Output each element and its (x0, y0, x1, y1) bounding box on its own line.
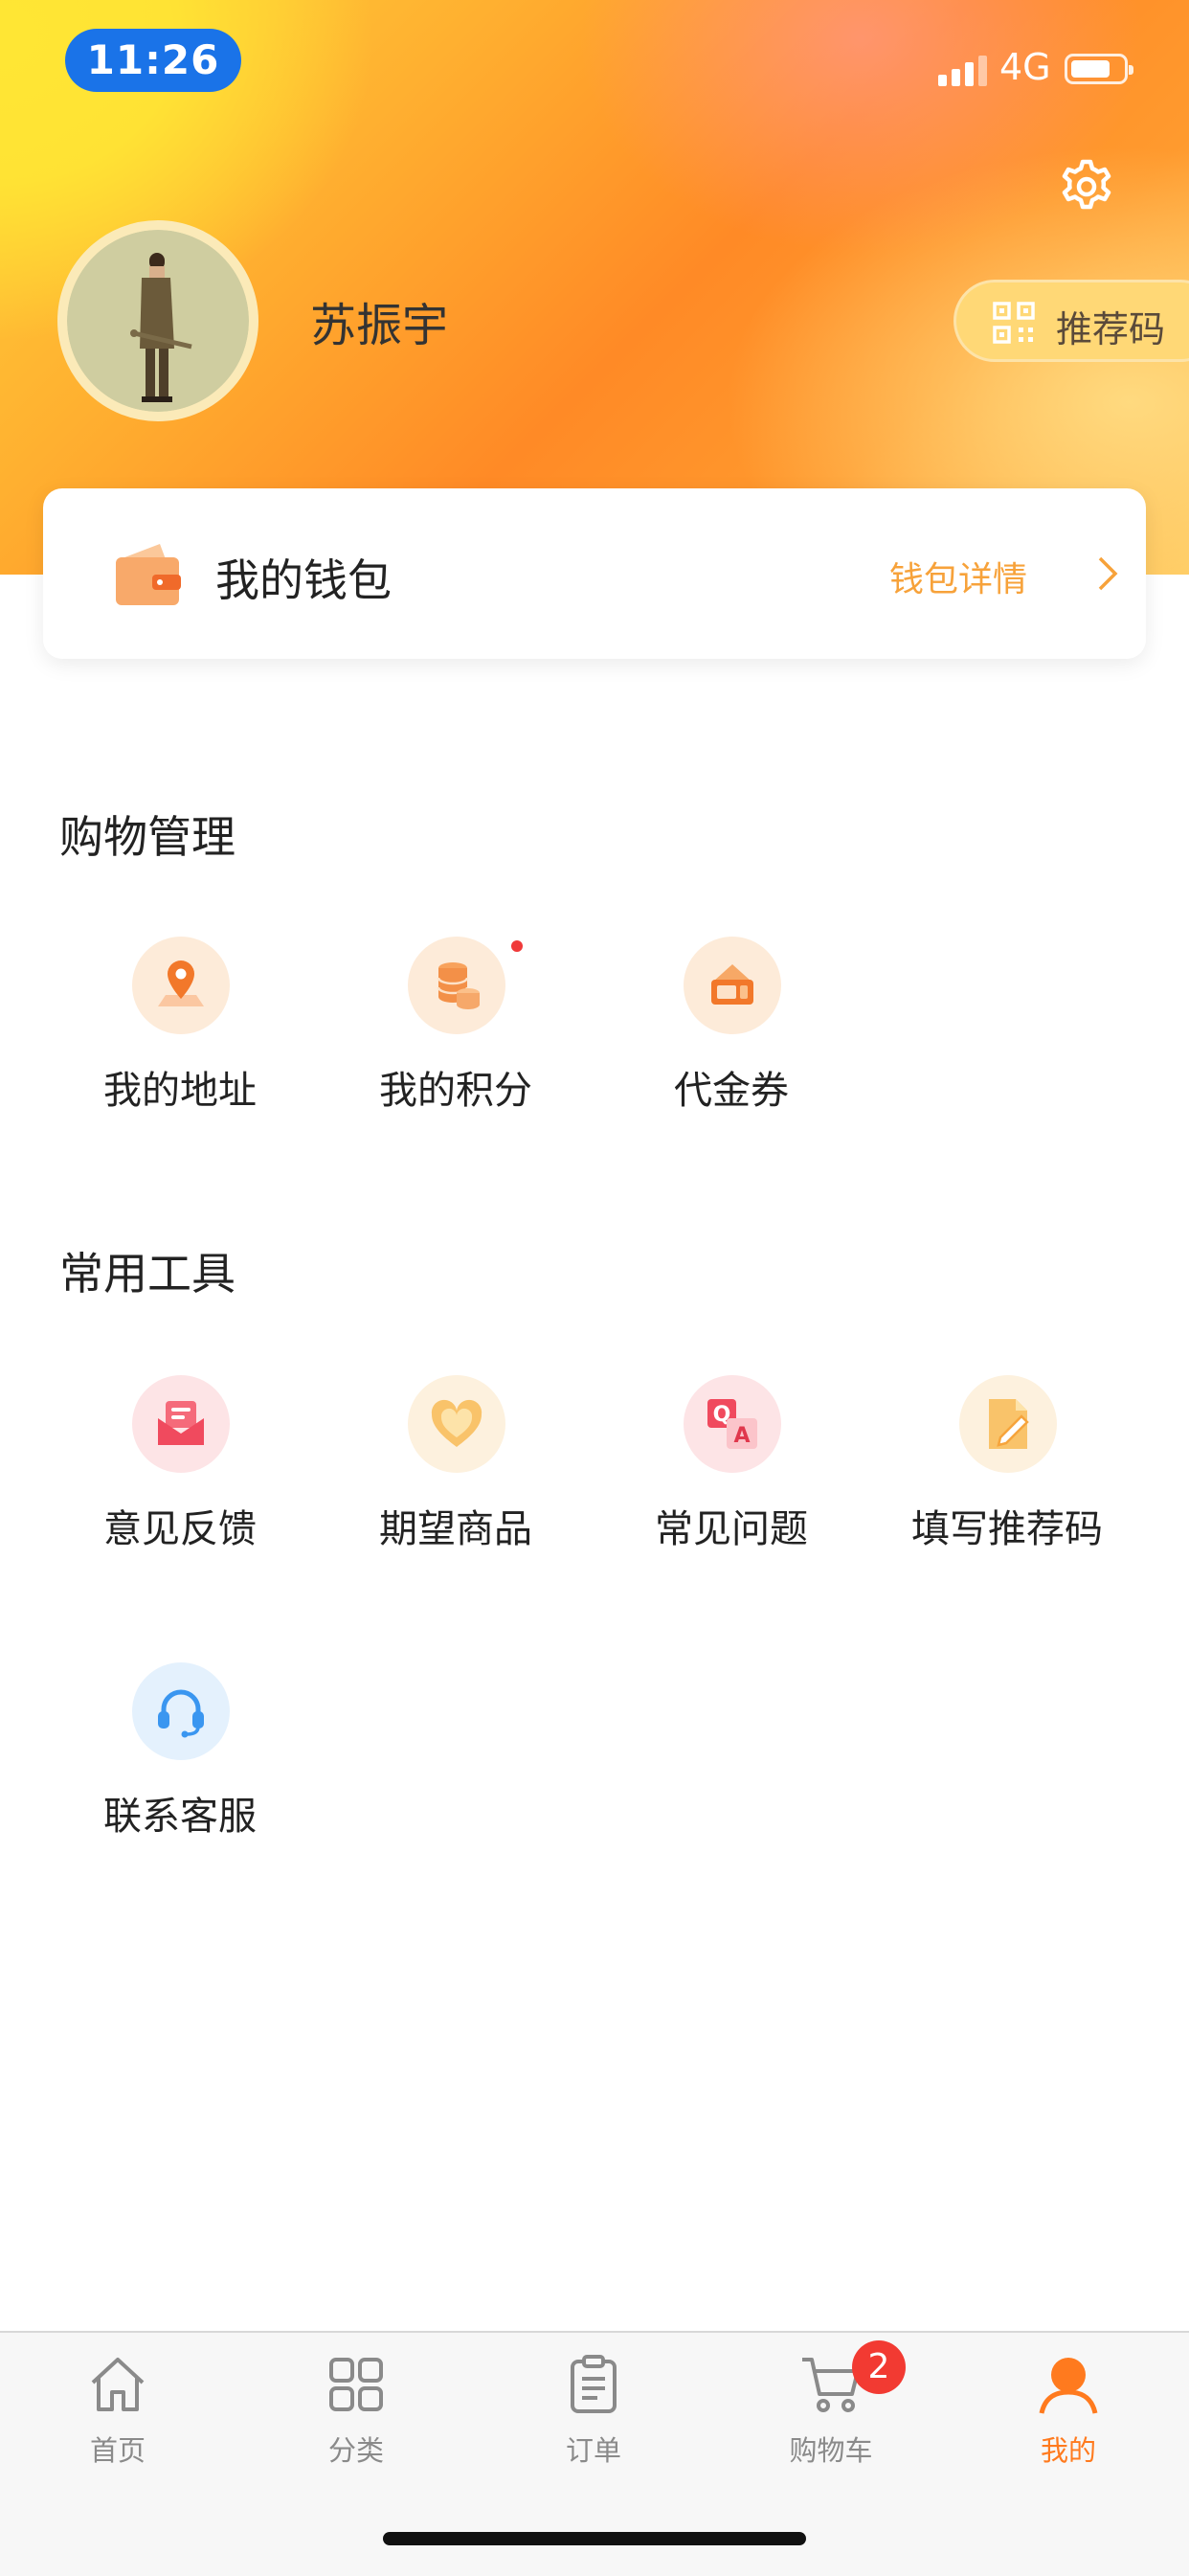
heart-box-icon (408, 1375, 505, 1473)
grid-item-label: 联系客服 (103, 1795, 257, 1839)
location-pin-icon (132, 937, 230, 1034)
tab-label: 我的 (1040, 2434, 1096, 2467)
clipboard-icon (571, 2355, 617, 2413)
qr-code-icon (993, 302, 1035, 344)
coins-icon (408, 937, 505, 1034)
chevron-right-icon (1096, 555, 1119, 592)
svg-text:A: A (733, 1424, 750, 1448)
wallet-card[interactable]: 我的钱包 钱包详情 (43, 488, 1146, 659)
wallet-icon (110, 536, 185, 611)
grid-item-faq[interactable]: Q A 常见问题 (593, 1375, 870, 1567)
edit-document-icon (959, 1375, 1057, 1473)
grid-item-enter-referral[interactable]: 填写推荐码 (868, 1375, 1146, 1567)
notification-dot (511, 940, 523, 952)
network-type: 4G (999, 46, 1051, 88)
avatar[interactable] (57, 220, 258, 421)
voucher-icon (684, 937, 781, 1034)
home-icon (91, 2358, 145, 2411)
home-indicator (383, 2532, 806, 2545)
tab-label: 分类 (327, 2434, 384, 2467)
tab-label: 订单 (565, 2434, 621, 2467)
grid-item-feedback[interactable]: 意见反馈 (41, 1375, 319, 1567)
feedback-envelope-icon (132, 1375, 230, 1473)
tab-home[interactable]: 首页 (41, 2354, 194, 2478)
tab-category[interactable]: 分类 (280, 2354, 433, 2478)
signal-strength-icon (938, 56, 988, 86)
tab-orders[interactable]: 订单 (517, 2354, 670, 2478)
grid-item-label: 我的地址 (103, 1069, 257, 1113)
grid-item-address[interactable]: 我的地址 (41, 937, 319, 1128)
tab-label: 购物车 (789, 2434, 873, 2467)
wallet-title: 我的钱包 (215, 554, 392, 606)
status-time: 11:26 (65, 29, 241, 92)
grid-item-voucher[interactable]: 代金券 (593, 937, 870, 1128)
username: 苏振宇 (310, 299, 449, 352)
tab-profile[interactable]: 我的 (992, 2354, 1145, 2478)
referral-code-label: 推荐码 (1056, 308, 1166, 350)
grid-item-customer-service[interactable]: 联系客服 (41, 1662, 319, 1854)
tools-section-title: 常用工具 (59, 1248, 236, 1299)
grid-item-label: 期望商品 (379, 1507, 532, 1551)
grid-item-label: 意见反馈 (103, 1507, 257, 1551)
grid-item-label: 填写推荐码 (911, 1507, 1103, 1551)
referral-code-button[interactable]: 推荐码 (953, 280, 1189, 362)
qa-icon: Q A (684, 1375, 781, 1473)
grid-item-label: 常见问题 (655, 1507, 808, 1551)
grid-icon (329, 2358, 383, 2411)
person-icon (1039, 2358, 1098, 2414)
grid-item-wishlist[interactable]: 期望商品 (317, 1375, 594, 1567)
battery-icon (1065, 54, 1133, 84)
wallet-detail-link[interactable]: 钱包详情 (889, 552, 1027, 601)
headset-icon (132, 1662, 230, 1760)
grid-item-points[interactable]: 我的积分 (317, 937, 594, 1128)
grid-item-label: 我的积分 (379, 1069, 532, 1113)
grid-item-label: 代金券 (674, 1069, 789, 1113)
shopping-section-title: 购物管理 (59, 811, 236, 863)
settings-gear-icon[interactable] (1057, 157, 1116, 216)
tab-label: 首页 (89, 2434, 146, 2467)
cart-count-badge: 2 (852, 2340, 906, 2394)
